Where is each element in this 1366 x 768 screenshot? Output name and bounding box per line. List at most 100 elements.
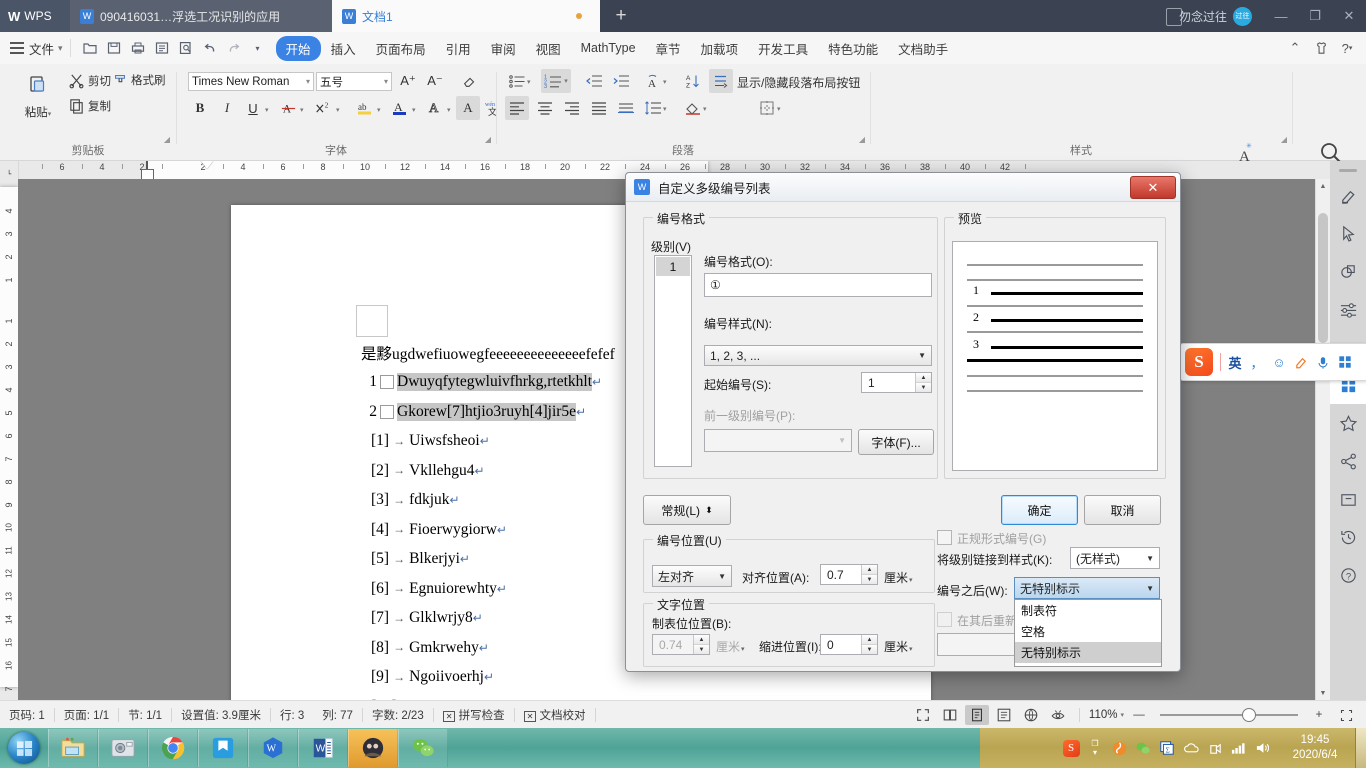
- toolbox-icon[interactable]: [1334, 344, 1356, 380]
- explorer-icon[interactable]: [48, 729, 98, 767]
- distribute-icon[interactable]: [614, 96, 638, 120]
- close-button[interactable]: ✕: [1332, 0, 1366, 32]
- alignment-combo[interactable]: 左对齐 ▼: [652, 565, 732, 587]
- sogou-icon[interactable]: S: [1059, 728, 1083, 768]
- open-icon[interactable]: [78, 36, 102, 60]
- first-line-indent-marker[interactable]: [201, 161, 213, 169]
- superscript-button[interactable]: 2: [311, 96, 335, 120]
- tab-review[interactable]: 审阅: [481, 36, 526, 61]
- fullscreen-icon[interactable]: [911, 705, 935, 725]
- two-page-icon[interactable]: [938, 705, 962, 725]
- spinner-buttons[interactable]: ▲▼: [861, 565, 877, 584]
- superscript-caret-icon[interactable]: ▾: [336, 106, 340, 114]
- save-as-icon[interactable]: [150, 36, 174, 60]
- document-tab-1[interactable]: W 090416031…浮选工况识别的应用: [70, 0, 332, 32]
- tab-document-assistant[interactable]: 文档助手: [888, 36, 958, 61]
- char-border-caret-icon[interactable]: ▾: [447, 106, 451, 114]
- help-icon[interactable]: ?▾: [1334, 32, 1360, 64]
- spinner-down[interactable]: ▼: [862, 645, 877, 654]
- show-marks-icon[interactable]: [709, 69, 733, 93]
- dialog-close-button[interactable]: ✕: [1130, 176, 1176, 199]
- onedrive-icon[interactable]: [1179, 728, 1203, 768]
- line-spacing-caret-icon[interactable]: ▾: [663, 105, 667, 113]
- status-doc-proofread[interactable]: ✕ 文档校对: [515, 707, 595, 723]
- align-left-icon[interactable]: [505, 96, 529, 120]
- link-level-combo[interactable]: (无样式) ▼: [1070, 547, 1160, 569]
- font-color-icon[interactable]: A: [388, 96, 412, 120]
- bold-button[interactable]: B: [188, 96, 212, 120]
- spinner-down[interactable]: ▼: [862, 575, 877, 584]
- borders-icon[interactable]: [755, 96, 779, 120]
- tab-insert[interactable]: 插入: [321, 36, 366, 61]
- aligned-at-spinner[interactable]: 0.7 ▲▼: [820, 564, 878, 585]
- font-button[interactable]: 字体(F)...: [858, 429, 934, 455]
- volume-icon[interactable]: [1251, 728, 1275, 768]
- pinyin-guide-caret-icon[interactable]: ▾: [663, 78, 667, 86]
- number-style-combo[interactable]: 1, 2, 3, ... ▼: [704, 345, 932, 366]
- rail-drag-handle[interactable]: [1339, 169, 1357, 172]
- format-painter-button[interactable]: 格式刷: [112, 72, 166, 88]
- history-icon[interactable]: [1330, 518, 1366, 556]
- reader-icon[interactable]: [198, 729, 248, 767]
- start-at-spinner[interactable]: 1 ▲▼: [861, 372, 932, 393]
- cursor-icon[interactable]: [1330, 214, 1366, 252]
- tab-special-features[interactable]: 特色功能: [818, 36, 888, 61]
- tab-addins[interactable]: 加载项: [691, 36, 749, 61]
- paste-caret-icon[interactable]: ▾: [48, 111, 52, 118]
- ime-toolbar[interactable]: S 英 ， ☺: [1180, 343, 1366, 381]
- star-icon[interactable]: [1330, 404, 1366, 442]
- grow-font-button[interactable]: A⁺: [396, 69, 420, 93]
- char-shading-icon[interactable]: A: [456, 96, 480, 120]
- start-orb[interactable]: [0, 729, 48, 767]
- shapes-icon[interactable]: [1330, 252, 1366, 290]
- font-family-combo[interactable]: Times New Roman ▾: [188, 72, 314, 91]
- help-circle-icon[interactable]: ?: [1330, 556, 1366, 594]
- copy-button[interactable]: 复制: [68, 97, 111, 114]
- network-icon[interactable]: [1227, 728, 1251, 768]
- shading-caret-icon[interactable]: ▾: [703, 105, 707, 113]
- spinner-buttons[interactable]: ▲▼: [861, 635, 877, 654]
- fit-page-icon[interactable]: [1334, 705, 1358, 725]
- legal-numbering-checkbox[interactable]: [937, 530, 952, 545]
- status-spell-check[interactable]: ✕ 拼写检查: [434, 707, 514, 723]
- tab-developer-tools[interactable]: 开发工具: [748, 36, 818, 61]
- cancel-button[interactable]: 取消: [1084, 495, 1161, 525]
- media-icon[interactable]: [348, 729, 398, 767]
- increase-indent-icon[interactable]: [609, 69, 633, 93]
- paragraph-dialog-launcher[interactable]: ◢: [859, 135, 865, 144]
- sogou-logo-icon[interactable]: S: [1181, 344, 1217, 380]
- dialog-titlebar[interactable]: W 自定义多级编号列表 ✕: [626, 173, 1180, 202]
- spinner-down[interactable]: ▼: [916, 383, 931, 392]
- web-layout-icon[interactable]: [1019, 705, 1043, 725]
- styles-dialog-launcher[interactable]: ◢: [1281, 135, 1287, 144]
- paste-button[interactable]: 粘贴▾: [12, 72, 64, 120]
- zoom-level-label[interactable]: 110%: [1089, 709, 1118, 721]
- shading-icon[interactable]: [681, 96, 705, 120]
- scroll-up-button[interactable]: ▲: [1316, 179, 1330, 193]
- follow-number-combo[interactable]: 无特别标示 ▼: [1014, 577, 1160, 599]
- skin-icon[interactable]: [1290, 344, 1312, 380]
- spinner-up[interactable]: ▲: [862, 635, 877, 645]
- print-icon[interactable]: [126, 36, 150, 60]
- clipboard-dialog-launcher[interactable]: ◢: [164, 135, 170, 144]
- char-border-icon[interactable]: A: [423, 96, 447, 120]
- shrink-font-button[interactable]: A⁻: [423, 69, 447, 93]
- file-menu-button[interactable]: 文件: [29, 39, 54, 58]
- dropdown-option-tab[interactable]: 制表符: [1015, 600, 1161, 621]
- document-vertical-scrollbar[interactable]: ▲ ▼: [1315, 179, 1330, 700]
- customize-caret-icon[interactable]: ▾: [246, 36, 270, 60]
- expand-icon[interactable]: ❐▾: [1083, 728, 1107, 768]
- bullet-list-caret-icon[interactable]: ▾: [527, 78, 531, 86]
- taskbar-clock[interactable]: 19:45 2020/6/4: [1275, 733, 1355, 763]
- strikethrough-caret-icon[interactable]: ▾: [300, 106, 304, 114]
- status-word-count[interactable]: 字数: 2/23: [363, 707, 433, 723]
- font-size-combo[interactable]: 五号 ▾: [316, 72, 392, 91]
- outline-icon[interactable]: [992, 705, 1016, 725]
- pinyin-guide-icon[interactable]: A: [641, 69, 665, 93]
- voice-input-icon[interactable]: [1312, 344, 1334, 380]
- eye-protect-icon[interactable]: [1046, 705, 1070, 725]
- align-right-icon[interactable]: [560, 96, 584, 120]
- numbered-list-icon[interactable]: 123 ▾: [541, 69, 571, 93]
- adjust-icon[interactable]: [1330, 290, 1366, 328]
- ime-punctuation-button[interactable]: ，: [1246, 344, 1268, 380]
